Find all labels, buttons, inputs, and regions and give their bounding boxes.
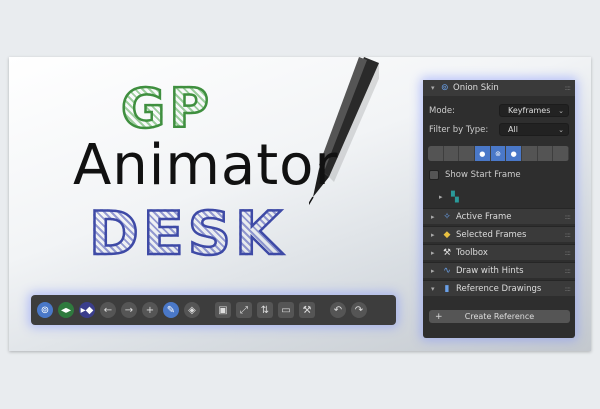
chevron-down-icon: ▾ [431, 84, 435, 92]
range-cell[interactable] [522, 146, 538, 161]
range-cell[interactable] [459, 146, 476, 161]
layers-icon[interactable]: ⇅ [257, 302, 273, 318]
section-label: Toolbox [456, 247, 488, 258]
drag-grip-icon[interactable]: :::: [565, 249, 572, 257]
create-reference-button[interactable]: + Create Reference [429, 310, 570, 323]
panel-header[interactable]: ▾ ⊚ Onion Skin :::: [423, 80, 575, 96]
animation-toolbar: ⊚ ◂▸ ▸◆ ← → + ✎ ◈ ▣ ⤢ ⇅ ▭ ⚒ ↶ ↷ [31, 295, 396, 325]
section-label: Draw with Hints [456, 265, 524, 276]
next-keyframe-icon[interactable]: ▸◆ [79, 302, 95, 318]
chevron-right-icon: ▸ [431, 248, 435, 257]
range-cell[interactable] [538, 146, 554, 161]
undo-icon[interactable]: ↶ [330, 302, 346, 318]
show-start-frame-checkbox[interactable] [429, 170, 439, 180]
mode-select[interactable]: Keyframes ⌄ [499, 104, 569, 117]
frame-icon[interactable]: ▣ [215, 302, 231, 318]
section-label: Selected Frames [456, 229, 527, 240]
current-frame-icon[interactable]: ⊚ [490, 146, 507, 161]
prev-keyframe-icon[interactable]: ◂▸ [58, 302, 74, 318]
drag-grip-icon[interactable]: :::: [565, 213, 572, 221]
resize-icon[interactable]: ⤢ [236, 302, 252, 318]
range-cell[interactable] [553, 146, 569, 161]
create-reference-label: Create Reference [464, 312, 535, 321]
filter-label: Filter by Type: [429, 125, 489, 135]
mode-label: Mode: [429, 106, 456, 116]
filter-select[interactable]: All ⌄ [499, 123, 569, 136]
arrow-left-icon[interactable]: ← [100, 302, 116, 318]
bookmark-icon: ▮ [444, 283, 450, 294]
chevron-right-icon: ▸ [431, 266, 435, 275]
drag-grip-icon[interactable]: :::: [565, 285, 572, 293]
onion-skin-panel: ▾ ⊚ Onion Skin :::: Mode: Keyframes ⌄ Fi… [423, 80, 575, 338]
mode-value: Keyframes [508, 106, 551, 115]
show-start-frame-label: Show Start Frame [445, 170, 521, 180]
toolbox-icon: ⚒ [442, 247, 452, 258]
range-cell-active[interactable]: ● [475, 146, 491, 161]
promo-canvas: GP Animator DESK ⊚ ◂▸ ▸◆ ← → + ✎ ◈ ▣ ⤢ ⇅… [9, 57, 591, 351]
arrow-right-icon[interactable]: → [121, 302, 137, 318]
onion-skin-icon[interactable]: ⊚ [37, 302, 53, 318]
logo-animator-text: Animator [73, 133, 339, 198]
plus-icon[interactable]: + [142, 302, 158, 318]
keyframe-diamond-icon: ◆ [443, 229, 451, 240]
range-cell-active[interactable]: ● [506, 146, 523, 161]
range-cell[interactable] [444, 146, 460, 161]
brush-stroke-icon: ∿ [443, 265, 451, 276]
section-label: Reference Drawings [456, 283, 542, 294]
filter-value: All [508, 125, 518, 134]
chevron-right-icon: ▸ [439, 193, 443, 201]
chevron-down-icon: ⌄ [558, 106, 564, 115]
toolbox-icon[interactable]: ⚒ [299, 302, 315, 318]
onion-skin-icon: ⊚ [441, 83, 449, 93]
window-icon[interactable]: ▭ [278, 302, 294, 318]
section-active-frame[interactable]: ▸ ✧ Active Frame :::: [423, 208, 575, 224]
plus-icon: + [435, 311, 443, 322]
section-toolbox[interactable]: ▸ ⚒ Toolbox :::: [423, 244, 575, 260]
subpanel-toggle[interactable]: ▸ ▚ [423, 190, 575, 204]
section-selected-frames[interactable]: ▸ ◆ Selected Frames :::: [423, 226, 575, 242]
section-reference-drawings[interactable]: ▾ ▮ Reference Drawings :::: [423, 280, 575, 296]
logo-desk-text: DESK [88, 198, 286, 271]
chevron-right-icon: ▸ [431, 212, 435, 221]
range-cell[interactable] [428, 146, 444, 161]
chevron-right-icon: ▸ [431, 230, 435, 239]
redo-icon[interactable]: ↷ [351, 302, 367, 318]
drag-grip-icon[interactable]: :::: [565, 267, 572, 275]
layer-stack-icon: ▚ [451, 191, 459, 203]
section-draw-with-hints[interactable]: ▸ ∿ Draw with Hints :::: [423, 262, 575, 278]
pencil-icon[interactable]: ✎ [163, 302, 179, 318]
chevron-down-icon: ⌄ [558, 125, 564, 134]
eraser-icon[interactable]: ◈ [184, 302, 200, 318]
keyframe-diamond-icon: ✧ [443, 211, 451, 222]
frame-range-selector[interactable]: ● ⊚ ● [428, 146, 569, 161]
drag-grip-icon[interactable]: :::: [565, 231, 572, 239]
panel-title: Onion Skin [453, 83, 499, 93]
logo-gp-text: GP [120, 76, 213, 142]
section-label: Active Frame [456, 211, 512, 222]
chevron-down-icon: ▾ [431, 284, 435, 293]
drag-grip-icon[interactable]: :::: [565, 84, 572, 92]
show-start-frame-row[interactable]: Show Start Frame [423, 168, 575, 182]
